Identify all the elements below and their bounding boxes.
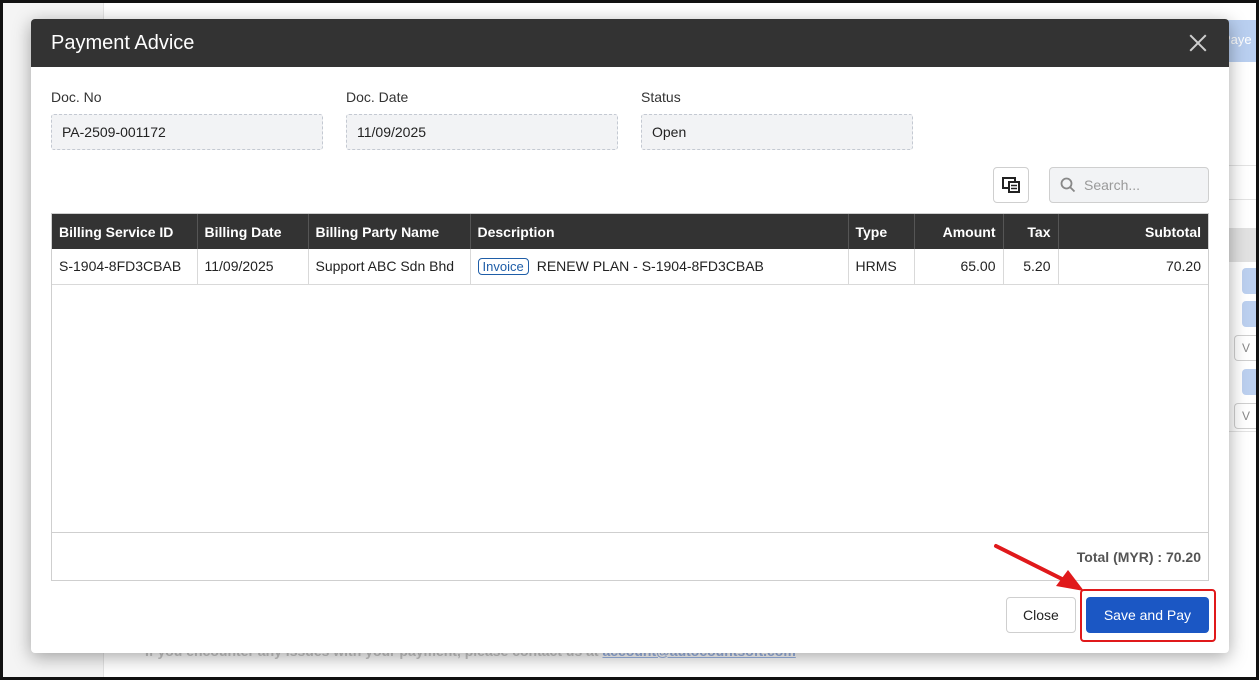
doc-no-label: Doc. No [51,89,102,105]
column-header[interactable]: Billing Party Name [308,214,471,249]
column-header[interactable]: Subtotal [1058,214,1208,249]
table-row[interactable]: S-1904-8FD3CBAB 11/09/2025 Support ABC S… [52,249,1208,285]
billing-party-name-cell: Support ABC Sdn Bhd [308,249,471,285]
invoice-badge[interactable]: Invoice [477,257,529,275]
doc-date-label: Doc. Date [346,89,409,105]
annotation-arrow-icon [994,544,1084,591]
column-header[interactable]: Billing Service ID [52,214,198,249]
description-text: RENEW PLAN - S-1904-8FD3CBAB [536,257,764,274]
background-view-button[interactable]: V [1234,335,1256,361]
search-icon [1060,177,1076,193]
column-header[interactable]: Tax [1003,214,1059,249]
column-header[interactable]: Billing Date [197,214,309,249]
background-chip[interactable] [1242,301,1256,327]
column-chooser-icon [1002,177,1020,193]
billing-service-id-cell: S-1904-8FD3CBAB [52,249,198,285]
doc-date-field: Doc. Date 11/09/2025 [346,89,618,150]
close-icon[interactable] [1187,32,1209,54]
type-cell: HRMS [848,249,915,285]
search-input[interactable] [1084,177,1204,193]
column-header[interactable]: Amount [914,214,1004,249]
modal-title: Payment Advice [51,31,195,54]
status-label: Status [641,89,681,105]
tax-cell: 5.20 [1003,249,1059,285]
status-value: Open [641,114,913,150]
highlight-box [1080,589,1216,642]
description-cell: Invoice RENEW PLAN - S-1904-8FD3CBAB [470,249,849,285]
billing-grid: Billing Service ID Billing Date Billing … [51,213,1209,581]
column-header[interactable]: Type [848,214,915,249]
doc-no-field: Doc. No PA-2509-001172 [51,89,323,150]
billing-table: Billing Service ID Billing Date Billing … [52,214,1208,285]
background-chip[interactable] [1242,268,1256,294]
table-header-row: Billing Service ID Billing Date Billing … [52,214,1208,249]
total-amount: Total (MYR) : 70.20 [1076,548,1201,565]
column-header[interactable]: Description [470,214,849,249]
modal-header: Payment Advice [31,19,1229,67]
subtotal-cell: 70.20 [1058,249,1208,285]
column-chooser-button[interactable] [993,167,1029,203]
background-chip[interactable] [1242,369,1256,395]
grid-toolbar [993,167,1209,203]
background-view-button[interactable]: V [1234,403,1256,429]
document-fields: Doc. No PA-2509-001172 Doc. Date 11/09/2… [51,89,936,150]
doc-no-value: PA-2509-001172 [51,114,323,150]
billing-date-cell: 11/09/2025 [197,249,309,285]
status-field: Status Open [641,89,913,150]
close-button[interactable]: Close [1006,597,1076,633]
screenshot-frame: Paye V V If you encounter any issues wit… [0,0,1259,680]
amount-cell: 65.00 [914,249,1004,285]
search-box[interactable] [1049,167,1209,203]
doc-date-value: 11/09/2025 [346,114,618,150]
